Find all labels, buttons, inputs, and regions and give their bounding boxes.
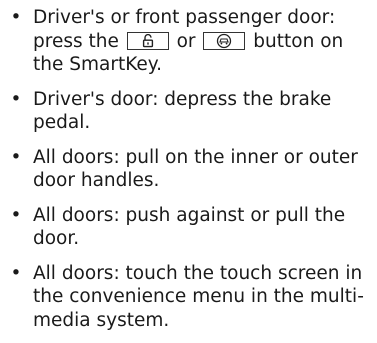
item-text: All doors: push against or pull the door… <box>33 204 346 250</box>
car-icon <box>217 33 232 48</box>
list-item: • Driver's or front passenger door: pres… <box>0 6 377 77</box>
bullet: • <box>10 204 22 226</box>
item-text: Driver's door: depress the brake pedal. <box>33 88 332 134</box>
item-text: All doors: pull on the inner or outer do… <box>33 146 358 192</box>
list-item: • All doors: push against or pull the do… <box>0 204 377 251</box>
unlock-icon <box>142 33 153 47</box>
item-text-between: or <box>170 30 202 52</box>
bullet: • <box>10 7 22 28</box>
bullet: • <box>10 146 22 168</box>
bullet: • <box>10 88 22 110</box>
car-key-box <box>203 31 246 50</box>
list-item: • Driver's door: depress the brake pedal… <box>0 88 377 135</box>
instruction-list: • Driver's or front passenger door: pres… <box>0 6 377 343</box>
item-text: All doors: touch the touch screen in the… <box>33 262 364 331</box>
unlock-key-box <box>126 31 169 50</box>
bullet: • <box>10 262 22 284</box>
list-item: • All doors: pull on the inner or outer … <box>0 146 377 193</box>
list-item: • All doors: touch the touch screen in t… <box>0 262 377 333</box>
